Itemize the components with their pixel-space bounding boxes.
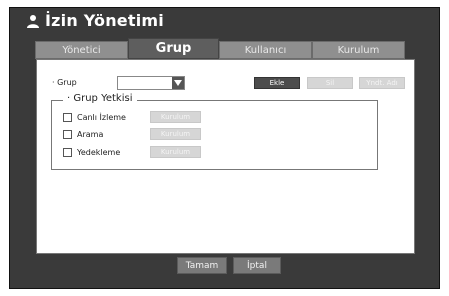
permission-row-search: Arama bbox=[63, 128, 103, 140]
permission-row-live: Canlı İzleme bbox=[63, 111, 126, 123]
delete-button[interactable]: Sil bbox=[307, 77, 353, 89]
search-label: Arama bbox=[77, 129, 104, 139]
chevron-down-icon[interactable] bbox=[172, 77, 184, 89]
ok-button[interactable]: Tamam bbox=[177, 257, 227, 274]
group-label: · Grup bbox=[52, 78, 77, 87]
tab-bar: Yönetici Grup Kullanıcı Kurulum bbox=[35, 38, 405, 59]
rename-button[interactable]: Yndt. Adı bbox=[359, 77, 405, 89]
search-setup-button[interactable]: Kurulum bbox=[150, 128, 201, 140]
backup-setup-button[interactable]: Kurulum bbox=[150, 146, 201, 158]
backup-checkbox[interactable] bbox=[63, 147, 72, 157]
user-icon bbox=[27, 13, 39, 28]
group-select[interactable] bbox=[117, 76, 185, 90]
live-view-checkbox[interactable] bbox=[63, 112, 72, 122]
tab-kullanici[interactable]: Kullanıcı bbox=[219, 41, 312, 59]
live-view-setup-button[interactable]: Kurulum bbox=[150, 111, 201, 123]
search-checkbox[interactable] bbox=[63, 129, 72, 139]
title-bar: İzin Yönetimi bbox=[27, 9, 164, 31]
tab-grup[interactable]: Grup bbox=[128, 38, 219, 59]
add-button[interactable]: Ekle bbox=[254, 77, 300, 89]
page-title: İzin Yönetimi bbox=[45, 10, 164, 30]
group-permissions-legend: · Grup Yetkisi bbox=[63, 93, 137, 104]
tab-yonetici[interactable]: Yönetici bbox=[35, 41, 128, 59]
permission-row-backup: Yedekleme bbox=[63, 146, 120, 158]
backup-label: Yedekleme bbox=[77, 147, 121, 157]
live-view-label: Canlı İzleme bbox=[77, 112, 126, 122]
cancel-button[interactable]: İptal bbox=[233, 257, 281, 274]
tab-kurulum[interactable]: Kurulum bbox=[312, 41, 405, 59]
